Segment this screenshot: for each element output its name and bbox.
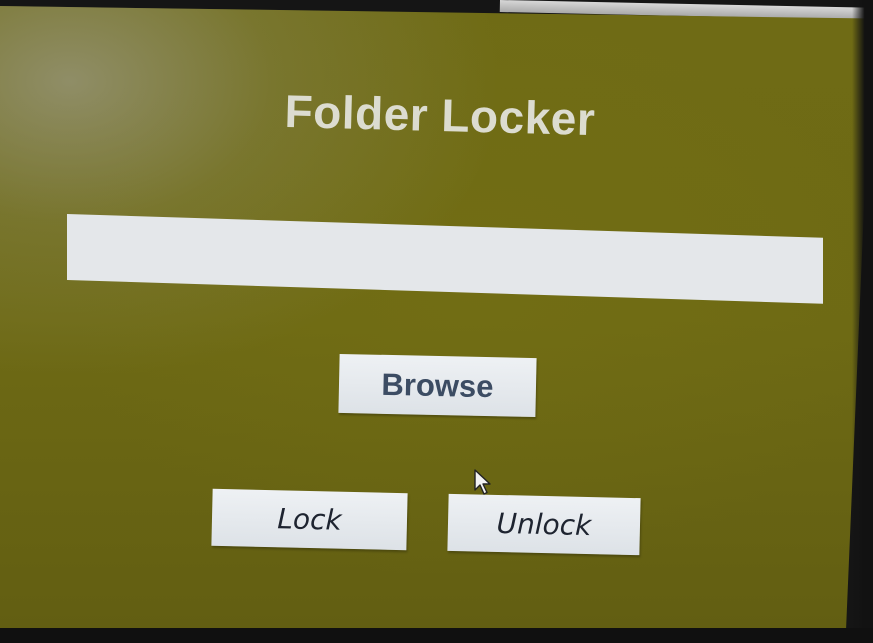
lock-button-label: Lock	[276, 502, 343, 537]
browse-button[interactable]: Browse	[338, 353, 537, 418]
folder-path-input[interactable]	[67, 214, 823, 304]
window-title: Folder Locker	[284, 84, 596, 146]
browse-button-label: Browse	[381, 366, 494, 404]
unlock-button[interactable]: Unlock	[447, 493, 641, 556]
monitor-bezel-bottom	[0, 628, 873, 643]
folder-locker-window: Folder Locker Browse Lock Unlock	[0, 6, 872, 634]
monitor-bezel-right	[852, 0, 873, 643]
lock-button[interactable]: Lock	[211, 488, 408, 551]
unlock-button-label: Unlock	[496, 506, 592, 543]
screen: Folder Locker Browse Lock Unlock	[0, 0, 873, 643]
mouse-pointer-icon	[474, 469, 491, 495]
